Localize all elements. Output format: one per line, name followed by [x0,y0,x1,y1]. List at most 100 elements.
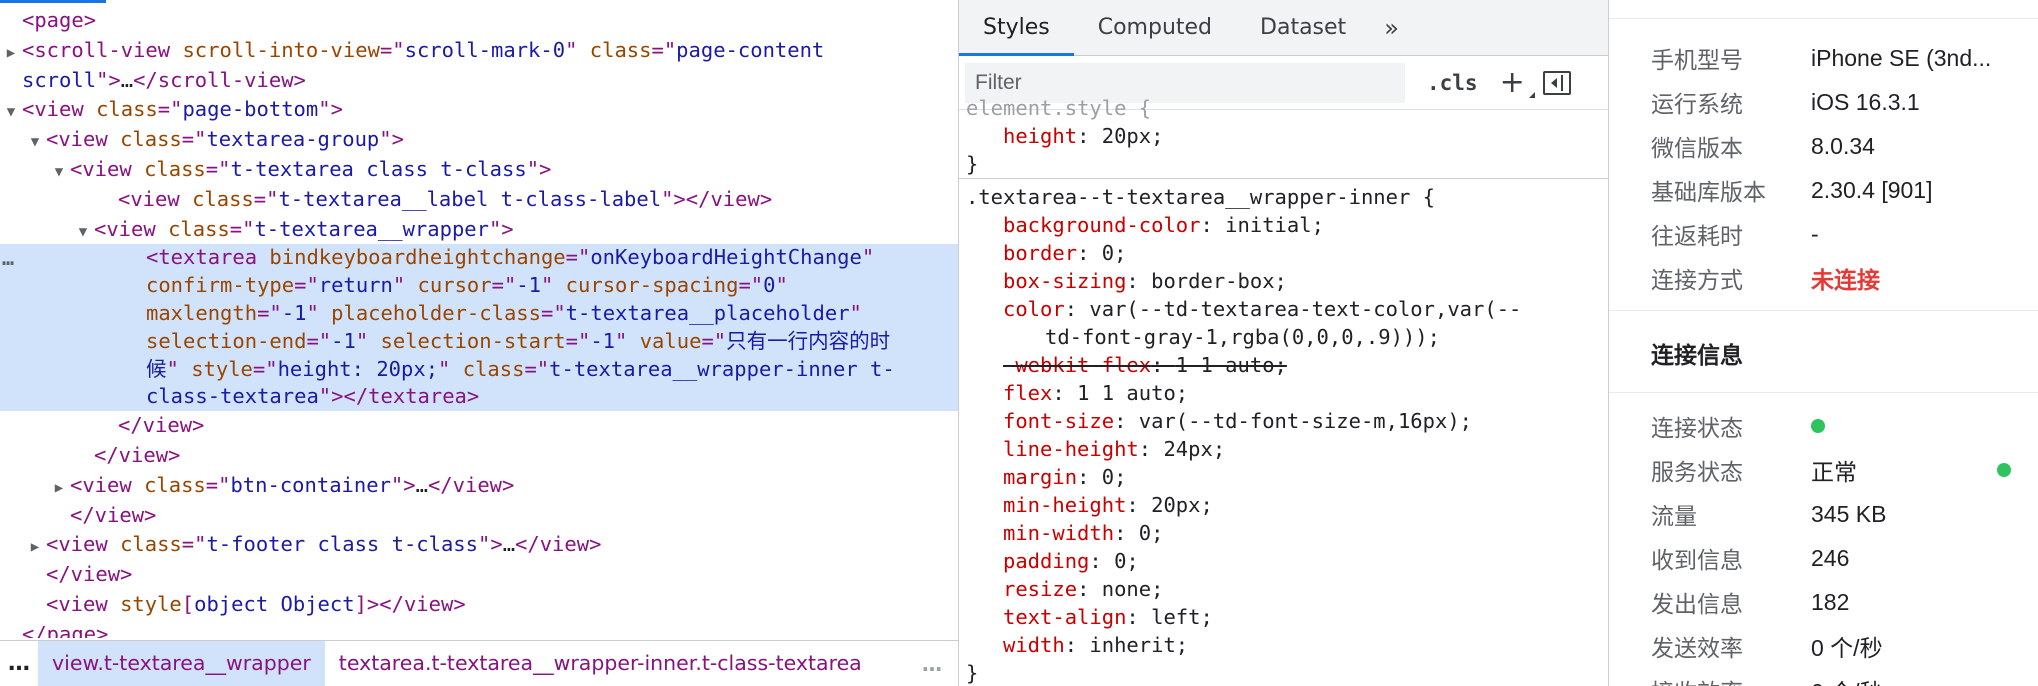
property-value: 1 1 auto; [1077,381,1189,405]
style-property-min-height[interactable]: min-height: 20px; [966,491,1608,519]
token-tag: =" [253,186,279,211]
token-tag: "> [318,97,343,122]
dom-node-line[interactable]: <view class="t-textarea__label t-class-l… [0,185,958,215]
property-value: 24px; [1163,437,1226,461]
breadcrumb-more-icon[interactable]: … [922,652,958,676]
token-val: t-textarea__placeholder [565,300,850,325]
collapse-triangle-icon[interactable]: ▼ [48,158,70,188]
token-val: t-footer class t-class [206,532,478,557]
info-row: 基础库版本 2.30.4 [901] [1651,168,2038,212]
breadcrumb-ellipsis[interactable]: … [0,651,38,676]
breadcrumb-item-wrapper[interactable]: view.t-textarea__wrapper [38,640,325,686]
collapse-triangle-icon[interactable]: ▼ [0,98,22,128]
token-tag: =" [229,216,255,241]
info-label: 发送效率 [1651,635,1743,661]
info-label: 发出信息 [1651,591,1743,617]
info-row: 接收效率0 个/秒 [1651,668,2038,686]
expand-triangle-icon[interactable]: ▶ [48,474,70,504]
token-val: -1 [590,328,616,353]
token-tag: =" [738,273,764,298]
style-property-min-width[interactable]: min-width: 0; [966,519,1608,547]
token-attr: style [120,591,182,616]
dom-node-line[interactable]: </view> [0,411,958,441]
dom-node-line[interactable]: <page> [0,6,958,36]
token-tag: =" [379,37,405,62]
collapse-triangle-icon[interactable]: ▼ [24,128,46,158]
style-property-flex[interactable]: flex: 1 1 auto; [966,379,1608,407]
token-val: t-textarea class t-class [230,156,527,181]
dom-node-line[interactable]: ▶ <view class="btn-container">…</view> [0,471,958,501]
dom-node-line[interactable]: ▼ <view class="t-textarea__wrapper"> [0,215,958,245]
token-attr: class [120,532,182,557]
tab-dataset[interactable]: Dataset [1236,0,1370,55]
property-value: var(--td-textarea-text-color,var(-- [1089,297,1522,321]
selected-node-line: maxlength="-1" placeholder-class="t-text… [0,300,958,328]
dom-node-line[interactable]: <view style[object Object]></view> [0,590,958,620]
dom-node-line[interactable]: </page> [0,620,958,638]
style-property-line-height[interactable]: line-height: 24px; [966,435,1608,463]
dom-tree[interactable]: <page> ▶ <scroll-view scroll-into-view="sc… [0,6,958,638]
node-actions-icon[interactable]: … [2,244,14,274]
dom-node-line[interactable]: </view> [0,441,958,471]
token-val: 候 [146,356,167,381]
style-property-padding[interactable]: padding: 0; [966,547,1608,575]
token-tag: <textarea [146,245,270,270]
style-property-text-align[interactable]: text-align: left; [966,603,1608,631]
style-property-margin[interactable]: margin: 0; [966,463,1608,491]
toggle-sidebar-icon[interactable] [1542,70,1571,95]
style-property-webkit-flex[interactable]: -webkit-flex: 1 1 auto; [966,351,1608,379]
rule-close-brace: } [966,152,979,176]
token-val: height: 20px; [277,356,439,381]
style-property-box-sizing[interactable]: box-sizing: border-box; [966,267,1608,295]
style-property-color[interactable]: color: var(--td-textarea-text-color,var(… [966,295,1608,323]
expand-triangle-icon[interactable]: ▶ [24,533,46,563]
dom-node-line[interactable]: ▼ <view class="textarea-group"> [0,125,958,155]
token-tag: "> [526,156,552,181]
style-property-font-size[interactable]: font-size: var(--td-font-size-m,16px); [966,407,1608,435]
collapse-triangle-icon[interactable]: ▼ [72,218,94,248]
property-name: flex [1003,381,1053,405]
token-ell: … [502,532,516,557]
breadcrumb-item-textarea[interactable]: textarea.t-textarea__wrapper-inner.t-cla… [325,641,876,686]
more-tabs-icon[interactable]: » [1370,0,1413,55]
style-property-width[interactable]: width: inherit; [966,631,1608,659]
token-tag: =" [157,97,183,122]
property-name: color [1003,297,1065,321]
info-label: 连接状态 [1651,415,1743,441]
token-attr: bindkeyboardheightchange [269,245,566,270]
expand-triangle-icon[interactable]: ▶ [0,39,22,69]
dom-node-line[interactable]: ▼ <view class="page-bottom"> [0,95,958,125]
property-value: 0; [1138,521,1164,545]
cls-button[interactable]: .cls [1427,71,1478,95]
device-info-panel: 手机型号 iPhone SE (3nd... 运行系统 iOS 16.3.1 微信版本 8… [1608,0,2038,686]
dom-node-line[interactable]: scroll">…</scroll-view> [0,66,958,96]
token-tag: </page> [22,621,109,638]
property-colon: : [1114,409,1139,433]
info-label: 接收效率 [1651,673,1811,686]
dom-node-line[interactable]: ▶ <scroll-view scroll-into-view="scroll-m… [0,36,958,66]
info-value: 246 [1811,544,1850,571]
token-tag: "></view> [661,186,773,211]
token-val: class-textarea [146,384,319,409]
style-property-background-color[interactable]: background-color: initial; [966,211,1608,239]
style-property-resize[interactable]: resize: none; [966,575,1608,603]
dom-node-line[interactable]: </view> [0,501,958,531]
info-row: 服务状态 正常 [1651,448,2038,492]
style-property-border[interactable]: border: 0; [966,239,1608,267]
tab-computed[interactable]: Computed [1074,0,1236,55]
dom-node-line[interactable]: ▼ <view class="t-textarea class t-class"> [0,155,958,185]
info-value: iPhone SE (3nd... [1811,44,1992,71]
dom-node-line[interactable]: ▶ <view class="t-footer class t-class">…<… [0,530,958,560]
selected-node-textarea[interactable]: … <textarea bindkeyboardheightchange="onK… [0,244,958,412]
style-property[interactable]: height: 20px; [966,122,1608,150]
dom-node-line[interactable]: </view> [0,560,958,590]
textarea-inner-rule: .textarea--t-textarea__wrapper-inner { b… [959,179,1608,686]
token-tag: </view> [118,413,205,438]
token-tag: <view [70,472,145,497]
rule-selector[interactable]: .textarea--t-textarea__wrapper-inner { [966,179,1608,211]
token-tag: "> [488,216,514,241]
tab-styles[interactable]: Styles [959,0,1074,56]
token-attr: class [144,472,206,497]
token-tag: <scroll-view [22,37,183,62]
token-attr: value [639,328,702,353]
